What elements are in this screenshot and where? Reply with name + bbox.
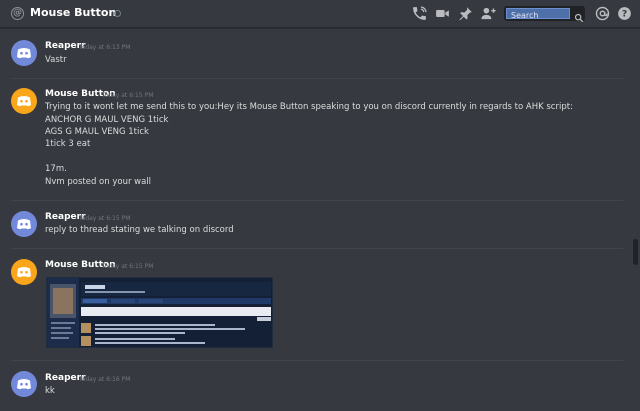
mention-icon[interactable] xyxy=(594,5,611,22)
message-timestamp: Today at 6:13 PM xyxy=(79,44,131,51)
message-divider xyxy=(11,78,623,79)
pin-icon[interactable] xyxy=(457,5,474,22)
message-timestamp: Today at 6:15 PM xyxy=(79,215,131,222)
forum-screenshot-thumbnail xyxy=(47,278,272,347)
svg-text:?: ? xyxy=(622,9,627,20)
message-text: kk xyxy=(45,386,55,396)
message-text: ANCHOR G MAUL VENG 1tick xyxy=(45,115,169,125)
avatar[interactable] xyxy=(11,259,37,285)
message-divider xyxy=(11,248,623,249)
avatar[interactable] xyxy=(11,371,37,397)
message-text: Nvm posted on your wall xyxy=(45,177,152,187)
channel-header: @ Mouse Button Search ? xyxy=(0,0,640,28)
avatar[interactable] xyxy=(11,88,37,114)
message-timestamp: Today at 6:16 PM xyxy=(79,376,131,383)
message-text: 17m. xyxy=(45,164,67,174)
message-text: reply to thread stating we talking on di… xyxy=(45,225,234,235)
video-icon[interactable] xyxy=(434,5,451,22)
message-text: AGS G MAUL VENG 1tick xyxy=(45,127,149,137)
message-text: 1tick 3 eat xyxy=(45,139,91,149)
search-icon[interactable] xyxy=(574,8,584,23)
search-placeholder: Search xyxy=(511,11,539,20)
add-friend-icon[interactable] xyxy=(480,5,497,22)
avatar[interactable] xyxy=(11,211,37,237)
dm-title: Mouse Button xyxy=(30,6,117,19)
scrollbar-thumb[interactable] xyxy=(633,239,638,265)
message-text: Vastr xyxy=(45,55,67,65)
call-icon[interactable] xyxy=(411,5,428,22)
message-text: Trying to it wont let me send this to yo… xyxy=(45,102,573,112)
message-divider xyxy=(11,200,623,201)
search-input[interactable]: Search xyxy=(506,8,570,20)
avatar[interactable] xyxy=(11,40,37,66)
search-bar[interactable]: Search xyxy=(504,6,585,23)
status-dot-icon xyxy=(114,10,121,17)
attached-screenshot-image[interactable] xyxy=(46,277,273,348)
help-icon[interactable]: ? xyxy=(616,5,633,22)
message-divider xyxy=(11,360,623,361)
message-timestamp: Today at 6:15 PM xyxy=(102,263,154,270)
at-icon: @ xyxy=(11,7,24,20)
message-timestamp: Today at 6:15 PM xyxy=(102,92,154,99)
scrollbar-track[interactable] xyxy=(633,29,638,411)
